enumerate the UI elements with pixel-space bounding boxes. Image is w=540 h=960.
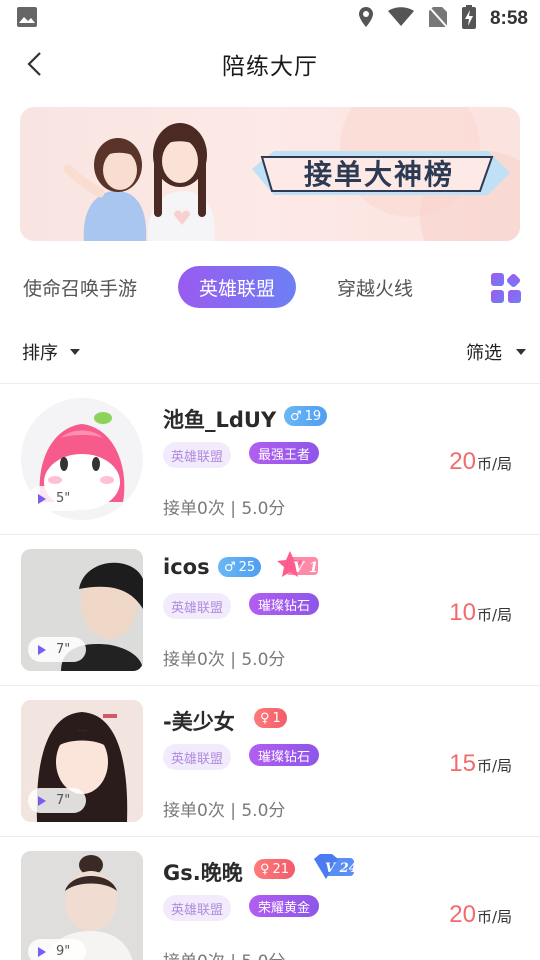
player-card[interactable]: 9" Gs.晚晚 ♀ 21 V 24 英雄联盟 荣耀黄金 接单0次 | 5.0分… xyxy=(0,837,540,960)
back-button[interactable] xyxy=(22,50,50,78)
battery-charging-icon xyxy=(461,5,476,33)
female-icon: ♀ xyxy=(260,710,270,726)
price-value: 15 xyxy=(449,750,476,777)
filter-label: 筛选 xyxy=(466,343,502,364)
price: 20 币/局 xyxy=(449,448,512,476)
male-icon: ♂ xyxy=(224,559,236,575)
player-card[interactable]: 5" 池鱼_LdUY ♂ 19 英雄联盟 最强王者 接单0次 | 5.0分 20… xyxy=(0,384,540,534)
star-vip-icon: V 1 xyxy=(277,551,318,577)
voice-intro-button[interactable]: 7" xyxy=(28,637,86,662)
more-games-button[interactable] xyxy=(490,272,522,304)
price: 10 币/局 xyxy=(449,599,512,627)
male-icon: ♂ xyxy=(290,408,302,424)
play-icon xyxy=(38,493,46,504)
sort-label: 排序 xyxy=(22,343,58,364)
rank-tag: 荣耀黄金 xyxy=(249,895,320,917)
player-name: icos xyxy=(163,555,210,579)
game-tag: 英雄联盟 xyxy=(163,744,232,770)
voice-duration: 5" xyxy=(56,491,71,506)
rank-tag: 最强王者 xyxy=(249,442,320,464)
price: 15 币/局 xyxy=(449,750,512,778)
vip-level-text: V 24 xyxy=(325,861,356,876)
banner-girls-illustration xyxy=(63,123,215,241)
age-value: 21 xyxy=(272,861,290,877)
player-name: -美少女 xyxy=(163,710,235,734)
price-value: 20 xyxy=(449,448,476,475)
gender-age-badge: ♂ 19 xyxy=(284,406,328,426)
player-name: 池鱼_LdUY xyxy=(163,408,277,432)
price-unit: 币/局 xyxy=(476,455,512,473)
vip-badge: V 1 xyxy=(276,551,320,579)
play-icon xyxy=(38,946,46,957)
status-bar: 8:58 xyxy=(0,0,540,38)
promo-banner[interactable]: 接单大神榜 xyxy=(20,107,520,241)
game-tag: 英雄联盟 xyxy=(163,895,232,921)
order-stats: 接单0次 | 5.0分 xyxy=(163,947,285,960)
status-time: 8:58 xyxy=(489,8,528,29)
rank-tag: 璀璨钻石 xyxy=(249,593,320,615)
price-unit: 币/局 xyxy=(476,606,512,624)
age-value: 19 xyxy=(304,408,322,424)
gender-age-badge: ♂ 25 xyxy=(218,557,262,577)
tab-call-of-duty[interactable]: 使命召唤手游 xyxy=(18,266,142,308)
female-icon: ♀ xyxy=(260,861,270,877)
player-card[interactable]: 7" icos ♂ 25 V 1 英雄联盟 璀璨钻石 接单0次 | 5.0分 1… xyxy=(0,535,540,685)
gender-age-badge: ♀ 21 xyxy=(254,859,296,879)
voice-duration: 9" xyxy=(56,944,71,959)
header: 陪练大厅 xyxy=(0,38,540,90)
price-unit: 币/局 xyxy=(476,757,512,775)
rank-tag: 璀璨钻石 xyxy=(249,744,320,766)
voice-duration: 7" xyxy=(56,793,71,808)
game-tabs: 使命召唤手游 英雄联盟 穿越火线 xyxy=(0,266,540,308)
age-value: 25 xyxy=(238,559,256,575)
voice-duration: 7" xyxy=(56,642,71,657)
wifi-icon xyxy=(387,7,414,31)
game-tag: 英雄联盟 xyxy=(163,593,232,619)
play-icon xyxy=(38,795,46,806)
image-icon xyxy=(16,6,38,32)
order-stats: 接单0次 | 5.0分 xyxy=(163,801,286,821)
location-icon xyxy=(358,6,374,32)
age-value: 1 xyxy=(272,710,281,726)
no-sim-icon xyxy=(428,6,448,32)
order-stats: 接单0次 | 5.0分 xyxy=(163,499,286,519)
diamond-vip-icon: V 24 xyxy=(314,854,358,879)
voice-intro-button[interactable]: 7" xyxy=(28,788,86,813)
caret-down-icon xyxy=(70,349,80,355)
chevron-left-icon xyxy=(27,52,41,76)
player-name: Gs.晚晚 xyxy=(163,861,243,885)
order-stats: 接单0次 | 5.0分 xyxy=(163,650,286,670)
price-value: 10 xyxy=(449,599,476,626)
vip-badge: V 24 xyxy=(312,853,358,881)
price: 20 币/局 xyxy=(449,901,512,929)
filter-dropdown[interactable]: 筛选 xyxy=(466,338,526,366)
tab-league-of-legends[interactable]: 英雄联盟 xyxy=(178,266,296,308)
page-title: 陪练大厅 xyxy=(222,54,318,80)
game-tag: 英雄联盟 xyxy=(163,442,232,468)
vip-level-text: V 1 xyxy=(293,560,318,576)
voice-intro-button[interactable]: 9" xyxy=(28,939,86,960)
price-value: 20 xyxy=(449,901,476,928)
play-icon xyxy=(38,644,46,655)
sort-dropdown[interactable]: 排序 xyxy=(22,338,80,366)
price-unit: 币/局 xyxy=(476,908,512,926)
gender-age-badge: ♀ 1 xyxy=(254,708,287,728)
player-card[interactable]: 7" -美少女 ♀ 1 英雄联盟 璀璨钻石 接单0次 | 5.0分 15 币/局 xyxy=(0,686,540,836)
grid-icon xyxy=(491,273,521,303)
caret-down-icon xyxy=(516,349,526,355)
tab-crossfire[interactable]: 穿越火线 xyxy=(330,266,420,308)
banner-title: 接单大神榜 xyxy=(303,158,454,191)
voice-intro-button[interactable]: 5" xyxy=(28,486,86,511)
